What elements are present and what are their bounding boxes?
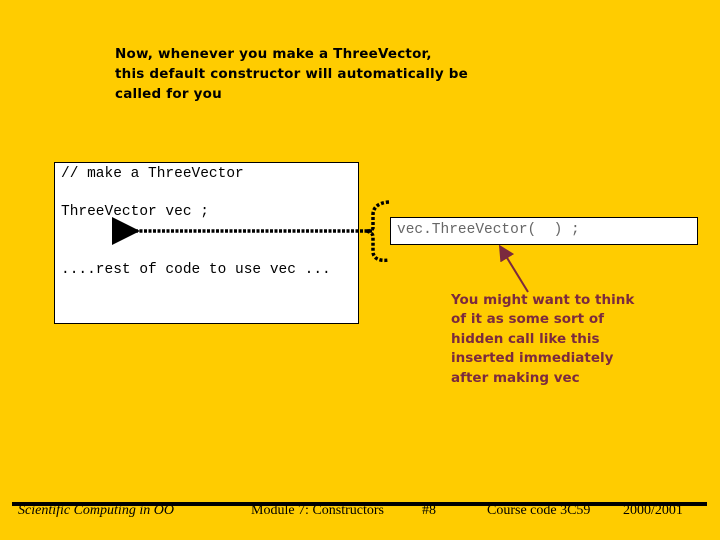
footer-module: Module 7: Constructors bbox=[251, 503, 384, 518]
dotted-bracket bbox=[365, 200, 390, 263]
footer-course-title: Scientific Computing in OO bbox=[18, 503, 174, 518]
footer-year: 2000/2001 bbox=[623, 503, 683, 518]
footer-course-code: Course code 3C59 bbox=[487, 503, 591, 518]
note-text: You might want to think of it as some so… bbox=[451, 292, 635, 386]
footer-slide-number: #8 bbox=[422, 503, 436, 518]
note-arrow bbox=[498, 244, 529, 293]
annotation-overlay bbox=[112, 200, 529, 293]
